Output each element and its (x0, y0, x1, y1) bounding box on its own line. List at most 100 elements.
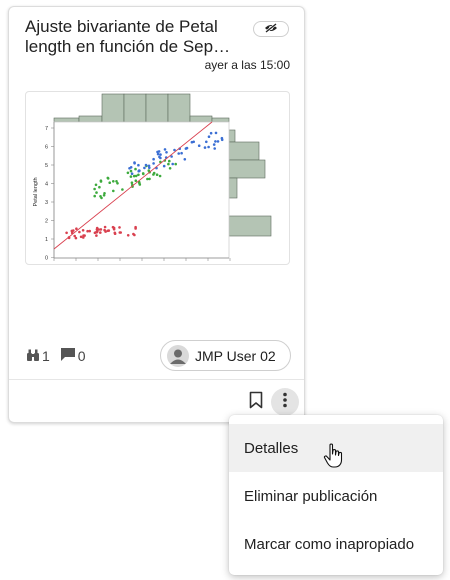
data-point (130, 172, 134, 175)
y-tick-label: 3 (45, 200, 48, 206)
menu-item-delete-post[interactable]: Eliminar publicación (229, 472, 443, 520)
data-point (134, 167, 137, 171)
data-point (167, 162, 170, 166)
data-point (118, 231, 122, 234)
user-chip[interactable]: JMP User 02 (160, 340, 291, 371)
menu-item-report-inappropriate[interactable]: Marcar como inapropiado (229, 520, 443, 568)
data-point (99, 231, 102, 234)
menu-item-label: Eliminar publicación (244, 487, 378, 505)
data-point (138, 183, 142, 186)
data-point (99, 180, 103, 183)
data-point (78, 230, 81, 234)
data-point (137, 173, 140, 177)
top-histogram (53, 93, 230, 123)
data-point (203, 146, 207, 149)
person-icon (167, 344, 189, 367)
data-point (107, 229, 111, 232)
data-point (103, 225, 107, 229)
card-divider (9, 379, 304, 380)
data-point (95, 234, 98, 237)
data-point (177, 152, 180, 155)
binoculars-icon (26, 348, 40, 365)
data-point (185, 146, 189, 150)
post-stats: 1 0 (26, 347, 92, 365)
post-card[interactable]: Ajuste bivariante de Petal length en fun… (8, 6, 305, 423)
data-point (168, 159, 171, 163)
data-point (147, 164, 151, 168)
data-point (137, 163, 140, 167)
histogram-bar (167, 93, 191, 123)
data-point (207, 145, 210, 149)
data-point (112, 227, 116, 231)
data-point (134, 179, 138, 182)
data-point (205, 140, 208, 144)
data-point (82, 236, 85, 239)
y-tick-label: 7 (45, 126, 48, 132)
data-point (121, 188, 124, 191)
more-vertical-icon (282, 392, 288, 413)
data-point (132, 232, 135, 236)
data-point (95, 191, 98, 194)
more-options-button[interactable] (271, 388, 299, 416)
data-point (143, 166, 146, 170)
data-point (183, 158, 187, 161)
data-point (168, 167, 172, 170)
data-point (220, 138, 224, 142)
visibility-toggle[interactable] (253, 21, 289, 37)
options-menu: Detalles Eliminar publicación Marcar com… (229, 415, 443, 575)
data-point (73, 234, 76, 238)
y-tick-label: 2 (45, 219, 48, 225)
bookmark-icon (249, 391, 263, 414)
y-tick-label: 1 (45, 237, 48, 243)
histogram-bar (53, 117, 80, 123)
data-point (165, 151, 168, 154)
data-point (93, 187, 96, 191)
data-point (214, 140, 217, 143)
data-point (129, 175, 133, 178)
data-point (112, 180, 115, 183)
data-point (126, 171, 130, 175)
data-point (207, 135, 211, 138)
data-point (106, 176, 110, 180)
data-point (95, 226, 99, 230)
histogram-bar (228, 177, 238, 199)
views-stat: 1 (26, 348, 50, 365)
post-timestamp: ayer a las 15:00 (204, 58, 290, 72)
data-point (137, 169, 141, 172)
histogram-bar (101, 93, 125, 123)
bookmark-button[interactable] (246, 391, 266, 413)
y-axis-label: Petal length (33, 177, 39, 206)
data-point (134, 227, 137, 230)
data-point (98, 185, 101, 189)
data-point (103, 228, 106, 232)
comments-count: 0 (77, 348, 86, 364)
data-point (163, 148, 167, 151)
data-point (162, 164, 166, 168)
histogram-bar (228, 129, 236, 143)
post-title[interactable]: Ajuste bivariante de Petal length en fun… (25, 17, 235, 57)
data-point (75, 227, 78, 230)
histogram-bar (228, 141, 260, 161)
data-point (79, 235, 83, 239)
data-point (213, 147, 216, 150)
user-name: JMP User 02 (195, 347, 276, 364)
data-point (113, 232, 117, 235)
menu-item-label: Marcar como inapropiado (244, 535, 415, 553)
data-point (156, 152, 160, 156)
data-point (144, 163, 148, 167)
data-point (209, 131, 213, 135)
comment-icon (60, 347, 76, 365)
data-point (133, 162, 136, 165)
y-tick-label: 4 (45, 182, 48, 188)
data-point (115, 180, 118, 183)
data-point (152, 157, 155, 161)
data-point (128, 167, 131, 170)
histogram-bar (123, 93, 147, 123)
data-point (129, 169, 133, 173)
data-point (214, 131, 218, 135)
histogram-bar (145, 93, 169, 123)
histogram-bar (189, 115, 213, 123)
data-point (126, 234, 130, 237)
data-point (134, 174, 138, 178)
report-thumbnail[interactable]: 7 6 5 4 3 2 1 0 Petal length (25, 91, 290, 265)
